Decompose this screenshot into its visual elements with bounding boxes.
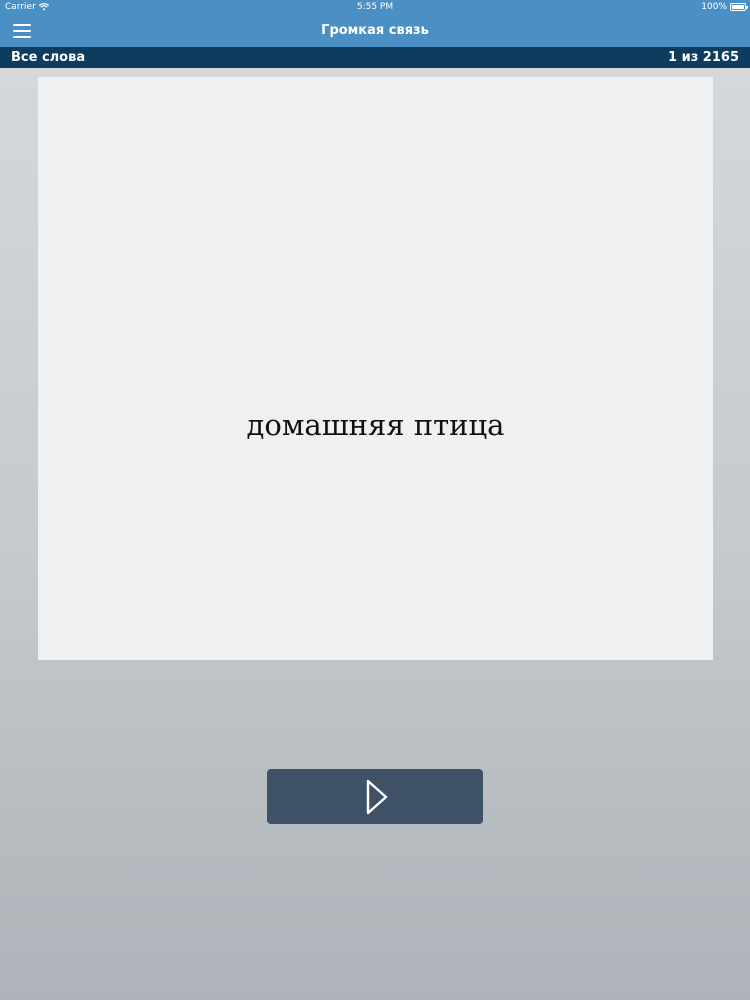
nav-title: Громкая связь: [321, 23, 429, 38]
flashcard[interactable]: домашняя птица: [38, 77, 713, 660]
nav-bar: Громкая связь: [0, 14, 750, 47]
status-time: 5:55 PM: [356, 2, 394, 12]
status-battery-group: 100%: [701, 0, 748, 14]
word-list-name: Все слова: [11, 50, 86, 65]
play-icon: [366, 779, 388, 815]
status-bar: Carrier 5:55 PM 100%: [0, 0, 750, 14]
battery-icon: [730, 3, 748, 11]
word-counter: 1 из 2165: [668, 50, 739, 65]
flashcard-word: домашняя птица: [246, 408, 505, 442]
hamburger-menu-icon[interactable]: [13, 23, 32, 39]
word-list-bar: Все слова 1 из 2165: [0, 47, 750, 68]
battery-percent: 100%: [701, 2, 727, 12]
